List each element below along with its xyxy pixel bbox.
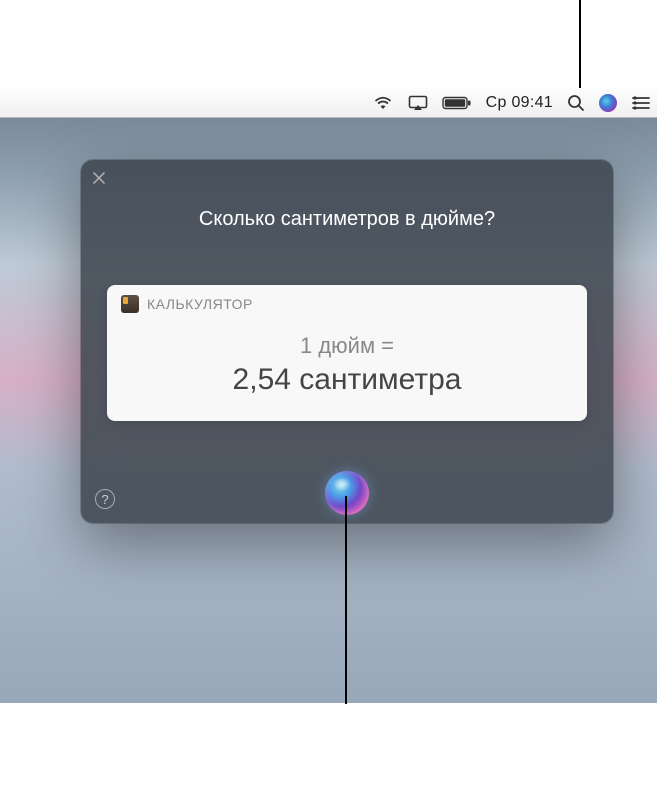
notification-center-icon[interactable] bbox=[631, 95, 651, 111]
callout-line-siri-menubar bbox=[579, 0, 581, 88]
card-app-name: КАЛЬКУЛЯТОР bbox=[147, 296, 253, 312]
spotlight-icon[interactable] bbox=[567, 94, 585, 112]
close-button[interactable] bbox=[91, 170, 107, 186]
wifi-icon[interactable] bbox=[372, 95, 394, 111]
menubar: Ср 09:41 bbox=[0, 88, 657, 118]
siri-menubar-icon[interactable] bbox=[599, 94, 617, 112]
siri-microphone-button[interactable] bbox=[325, 471, 369, 515]
siri-window: Сколько сантиметров в дюйме? КАЛЬКУЛЯТОР… bbox=[81, 160, 613, 523]
result-equation: 1 дюйм = bbox=[127, 333, 567, 359]
battery-icon[interactable] bbox=[442, 96, 472, 110]
airplay-icon[interactable] bbox=[408, 95, 428, 111]
help-button[interactable]: ? bbox=[95, 489, 115, 509]
card-header: КАЛЬКУЛЯТОР bbox=[107, 285, 587, 321]
siri-result-card[interactable]: КАЛЬКУЛЯТОР 1 дюйм = 2,54 сантиметра bbox=[107, 285, 587, 421]
desktop-background: Сколько сантиметров в дюйме? КАЛЬКУЛЯТОР… bbox=[0, 118, 657, 703]
card-body: 1 дюйм = 2,54 сантиметра bbox=[107, 321, 587, 421]
siri-query-text: Сколько сантиметров в дюйме? bbox=[81, 208, 613, 231]
datetime[interactable]: Ср 09:41 bbox=[486, 94, 553, 112]
result-value: 2,54 сантиметра bbox=[127, 363, 567, 397]
callout-line-siri-orb bbox=[345, 496, 347, 704]
calculator-icon bbox=[121, 295, 139, 313]
